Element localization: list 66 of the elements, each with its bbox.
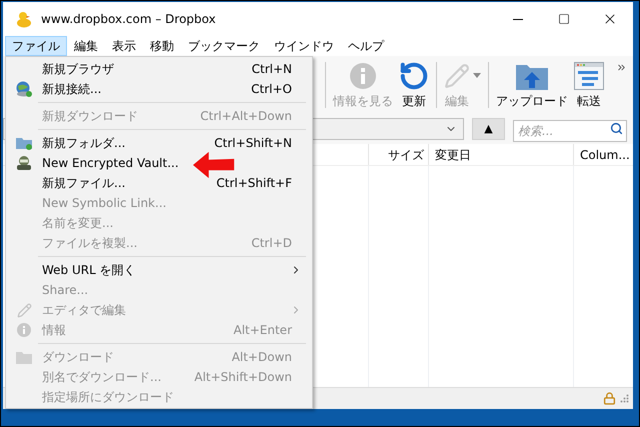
menu-bar-item[interactable]: ブックマーク: [181, 36, 267, 56]
menu-item-label: 新規ブラウザ: [42, 61, 114, 78]
menu-item-label: 新規ダウンロード: [42, 108, 138, 125]
menu-item[interactable]: 新規ブラウザ Ctrl+N: [6, 59, 312, 79]
menu-item[interactable]: Web URL を開く: [6, 260, 312, 280]
maximize-icon: [558, 13, 570, 25]
menu-shortcut: Ctrl+N: [252, 61, 293, 78]
menu-item[interactable]: 新規ファイル... Ctrl+Shift+F: [6, 173, 312, 193]
folder-icon: [15, 350, 33, 364]
pointer-arrow: [191, 151, 237, 179]
pencil-icon: [16, 302, 32, 318]
menu-item-label: ファイルを複製...: [42, 235, 138, 252]
menu-shortcut: Ctrl+Shift+N: [214, 135, 293, 152]
menu-item-label: 新規フォルダ...: [42, 135, 126, 152]
menu-shortcut: Alt+Enter: [233, 322, 293, 339]
overflow-chevron-icon[interactable]: [616, 62, 627, 73]
toolbar-button[interactable]: 更新: [396, 59, 432, 111]
menu-bar-item[interactable]: 編集: [67, 36, 105, 56]
menu-item-label: Web URL を開く: [42, 262, 136, 279]
menu-shortcut: Ctrl+Alt+Down: [200, 108, 293, 125]
menu-item-label: 指定場所にダウンロード: [42, 389, 174, 406]
column-header[interactable]: サイズ: [369, 144, 429, 165]
menu-shortcut: Ctrl+D: [251, 235, 293, 252]
robot-icon: [15, 154, 33, 172]
globe-icon: [15, 80, 33, 98]
menu-item-label: エディタで編集: [42, 302, 126, 319]
toolbar-button[interactable]: アップロード: [493, 59, 571, 111]
menu-item-label: New Symbolic Link...: [42, 195, 166, 212]
menu-bar-item[interactable]: ウインドウ: [267, 36, 341, 56]
resize-grip-icon: [620, 394, 629, 403]
menu-item-label: 別名でダウンロード...: [42, 369, 162, 386]
menu-item[interactable]: 新規フォルダ... Ctrl+Shift+N: [6, 133, 312, 153]
up-button[interactable]: ▲: [472, 118, 505, 140]
menu-shortcut: Ctrl+O: [251, 81, 293, 98]
menu-item-label: 新規ファイル...: [42, 175, 126, 192]
column-header[interactable]: Colum...: [574, 144, 633, 165]
menu-bar-item[interactable]: ヘルプ: [341, 36, 391, 56]
folder-icon: [15, 135, 33, 151]
menu-shortcut: Alt+Shift+Down: [194, 369, 293, 386]
search-icon: [610, 122, 623, 135]
refresh-icon: [399, 61, 429, 91]
menu-shortcut: Ctrl+Shift+F: [216, 175, 293, 192]
info-icon: [349, 62, 377, 90]
duck-icon: [15, 10, 33, 28]
toolbar-button[interactable]: 転送: [571, 59, 607, 111]
menu-bar-item[interactable]: 移動: [143, 36, 181, 56]
menu-item-label: 名前を変更...: [42, 215, 114, 232]
menu-item-label: 新規接続...: [42, 81, 102, 98]
column-header[interactable]: 変更日: [429, 144, 574, 165]
lock-icon: [603, 392, 616, 405]
menu-bar-item[interactable]: 表示: [105, 36, 143, 56]
menu-shortcut: Alt+Down: [232, 349, 293, 366]
pencil-icon: [444, 63, 470, 89]
menu-bar-item[interactable]: ファイル: [5, 36, 67, 56]
menu-item[interactable]: 新規接続... Ctrl+O: [6, 79, 312, 99]
menu-item[interactable]: New Encrypted Vault...: [6, 153, 312, 173]
search-field[interactable]: 検索...: [513, 120, 627, 142]
dropdown-caret-icon: [473, 73, 481, 78]
menu-item-label: New Encrypted Vault...: [42, 155, 179, 172]
info-icon: [16, 322, 32, 338]
minimize-icon: [513, 18, 523, 20]
menu-item-label: ダウンロード: [42, 349, 114, 366]
menu-item-label: 情報: [42, 322, 66, 339]
transfers-window-icon: [574, 62, 604, 90]
window-title: www.dropbox.com – Dropbox: [41, 11, 216, 28]
menu-item-label: Share...: [42, 282, 88, 299]
